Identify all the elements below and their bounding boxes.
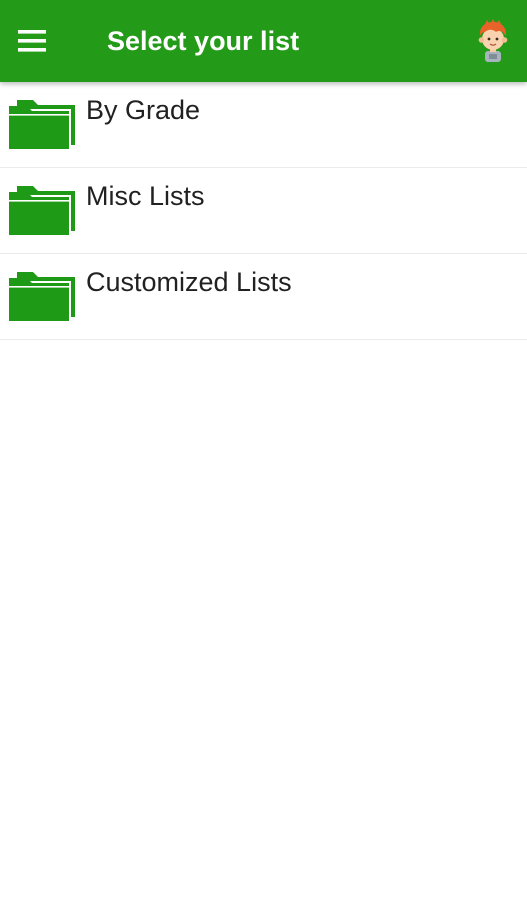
app-screen: Select your list By Grade Misc Lists Cus… <box>0 0 527 900</box>
folder-icon <box>9 186 75 235</box>
list-selection: By Grade Misc Lists Customized Lists <box>0 82 527 340</box>
list-item-by-grade[interactable]: By Grade <box>0 82 527 168</box>
folder-icon <box>9 100 75 149</box>
list-item-misc-lists[interactable]: Misc Lists <box>0 168 527 254</box>
list-item-label: By Grade <box>86 95 201 125</box>
app-toolbar: Select your list <box>0 0 527 82</box>
cartoon-boy-avatar-icon <box>478 19 508 62</box>
list-item-label: Misc Lists <box>86 181 205 211</box>
folder-icon <box>9 272 75 321</box>
list-item-customized-lists[interactable]: Customized Lists <box>0 254 527 340</box>
hamburger-menu-icon <box>18 30 46 52</box>
avatar-button[interactable] <box>472 18 514 66</box>
list-item-label: Customized Lists <box>86 267 292 297</box>
page-title: Select your list <box>107 26 300 56</box>
menu-button[interactable] <box>18 19 64 63</box>
